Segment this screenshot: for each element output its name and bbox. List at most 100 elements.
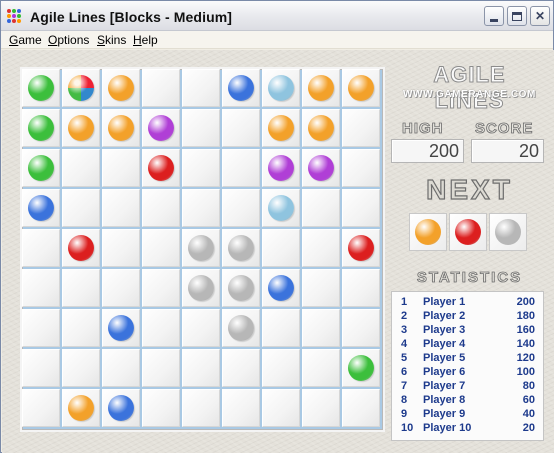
board-cell[interactable] (182, 149, 220, 187)
board-cell[interactable] (222, 149, 260, 187)
stat-rank: 3 (401, 324, 408, 336)
board-cell[interactable] (62, 269, 100, 307)
ball-green[interactable] (28, 75, 54, 101)
board-cell[interactable] (342, 269, 380, 307)
ball-blue[interactable] (268, 275, 294, 301)
ball-blue[interactable] (28, 195, 54, 221)
ball-gray[interactable] (228, 315, 254, 341)
stat-score: 80 (522, 380, 535, 392)
board-cell[interactable] (62, 189, 100, 227)
board-cell[interactable] (62, 309, 100, 347)
board-cell[interactable] (182, 109, 220, 147)
ball-purple[interactable] (268, 155, 294, 181)
board-cell[interactable] (342, 109, 380, 147)
ball-red[interactable] (68, 235, 94, 261)
stat-rank: 6 (401, 366, 408, 378)
game-area: AGILE LINES WWW.GAMERANGE.COM HIGH SCORE… (2, 50, 554, 453)
ball-blue[interactable] (108, 395, 134, 421)
board-cell[interactable] (302, 309, 340, 347)
ball-orange[interactable] (68, 395, 94, 421)
board-cell[interactable] (182, 389, 220, 427)
next-title: NEXT (426, 173, 513, 205)
ball-gray[interactable] (188, 275, 214, 301)
ball-green[interactable] (348, 355, 374, 381)
ball-lightblue[interactable] (268, 195, 294, 221)
menu-help[interactable]: Help (133, 33, 158, 47)
board-cell[interactable] (262, 349, 300, 387)
ball-blue[interactable] (108, 315, 134, 341)
board-cell[interactable] (262, 389, 300, 427)
statistics-title: STATISTICS (416, 269, 523, 287)
ball-orange[interactable] (108, 75, 134, 101)
board-cell[interactable] (142, 309, 180, 347)
close-button[interactable]: ✕ (530, 6, 550, 26)
board-cell[interactable] (222, 109, 260, 147)
title-bar[interactable]: Agile Lines [Blocks - Medium] ✕ (1, 1, 553, 31)
board-cell[interactable] (302, 189, 340, 227)
ball-green[interactable] (28, 115, 54, 141)
board-cell[interactable] (22, 269, 60, 307)
stat-score: 100 (516, 366, 535, 378)
ball-gray[interactable] (228, 275, 254, 301)
ball-orange[interactable] (308, 75, 334, 101)
board-cell[interactable] (302, 349, 340, 387)
ball-orange[interactable] (108, 115, 134, 141)
board-cell[interactable] (102, 229, 140, 267)
board-cell[interactable] (102, 269, 140, 307)
board-cell[interactable] (142, 189, 180, 227)
board-cell[interactable] (62, 349, 100, 387)
ball-red[interactable] (348, 235, 374, 261)
ball-gray[interactable] (188, 235, 214, 261)
board-cell[interactable] (342, 189, 380, 227)
maximize-button[interactable] (507, 6, 527, 26)
board-cell[interactable] (22, 229, 60, 267)
minimize-button[interactable] (484, 6, 504, 26)
menu-game[interactable]: Game (9, 33, 42, 47)
board-cell[interactable] (102, 349, 140, 387)
ball-orange[interactable] (348, 75, 374, 101)
board-cell[interactable] (182, 69, 220, 107)
board-cell[interactable] (342, 309, 380, 347)
board-cell[interactable] (302, 269, 340, 307)
board-cell[interactable] (342, 149, 380, 187)
ball-purple[interactable] (308, 155, 334, 181)
board-cell[interactable] (302, 389, 340, 427)
logo-subtitle: WWW.GAMERANGE.COM (403, 89, 536, 100)
stat-rank: 10 (401, 422, 414, 434)
game-board[interactable] (20, 67, 385, 432)
board-cell[interactable] (222, 389, 260, 427)
stat-player-name: Player 10 (423, 422, 472, 434)
board-cell[interactable] (142, 349, 180, 387)
board-cell[interactable] (222, 349, 260, 387)
ball-orange[interactable] (268, 115, 294, 141)
board-cell[interactable] (142, 69, 180, 107)
menu-skins[interactable]: Skins (97, 33, 126, 47)
board-cell[interactable] (102, 149, 140, 187)
board-cell[interactable] (302, 229, 340, 267)
ball-lightblue[interactable] (268, 75, 294, 101)
ball-rainbow[interactable] (68, 75, 94, 101)
ball-green[interactable] (28, 155, 54, 181)
board-cell[interactable] (182, 309, 220, 347)
ball-orange[interactable] (308, 115, 334, 141)
board-cell[interactable] (182, 349, 220, 387)
board-cell[interactable] (182, 189, 220, 227)
ball-purple[interactable] (148, 115, 174, 141)
board-cell[interactable] (62, 149, 100, 187)
board-cell[interactable] (222, 189, 260, 227)
board-cell[interactable] (142, 389, 180, 427)
ball-orange[interactable] (68, 115, 94, 141)
board-cell[interactable] (22, 389, 60, 427)
board-cell[interactable] (262, 309, 300, 347)
ball-blue[interactable] (228, 75, 254, 101)
board-cell[interactable] (22, 349, 60, 387)
board-cell[interactable] (342, 389, 380, 427)
board-cell[interactable] (262, 229, 300, 267)
ball-gray[interactable] (228, 235, 254, 261)
ball-red[interactable] (148, 155, 174, 181)
board-cell[interactable] (142, 229, 180, 267)
menu-options[interactable]: Options (48, 33, 89, 47)
board-cell[interactable] (142, 269, 180, 307)
board-cell[interactable] (102, 189, 140, 227)
board-cell[interactable] (22, 309, 60, 347)
